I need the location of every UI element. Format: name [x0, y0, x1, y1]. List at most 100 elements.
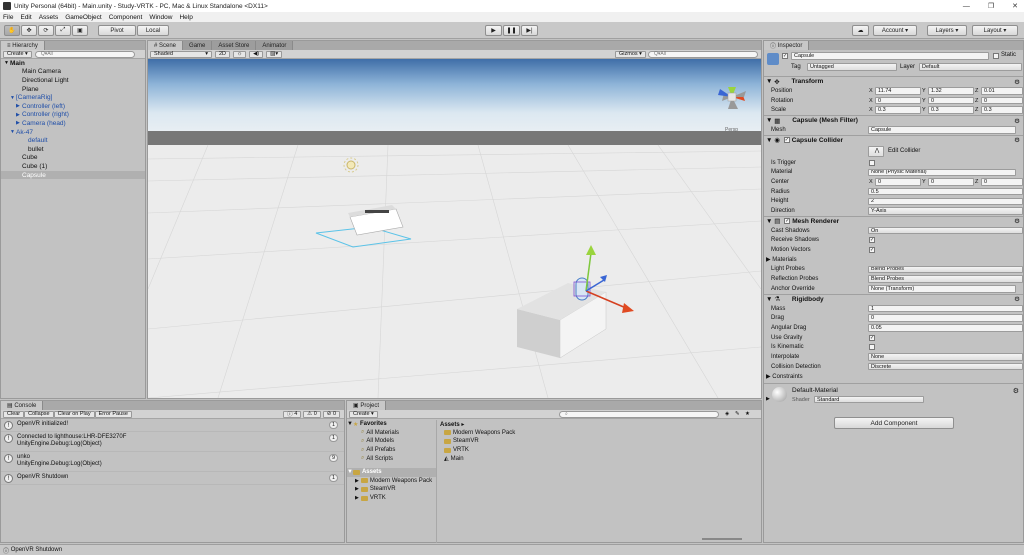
tab-inspector[interactable]: ⓘ Inspector — [764, 41, 810, 50]
light-probes-dropdown[interactable]: Blend Probes — [868, 265, 1023, 274]
assets-foldout[interactable]: ▼ Assets — [347, 467, 436, 477]
scene-viewport[interactable]: Persp — [148, 59, 761, 398]
scene-search-input[interactable]: Q▾All — [648, 50, 758, 58]
hierarchy-item[interactable]: Main Camera — [1, 68, 145, 77]
project-search-input[interactable]: ⌕ — [559, 410, 719, 418]
shading-dropdown[interactable]: Shaded ▾ — [150, 50, 212, 58]
maximize-icon[interactable]: ❐ — [988, 2, 994, 10]
filter-label-icon[interactable]: ✎ — [735, 411, 740, 417]
menu-edit[interactable]: Edit — [20, 14, 31, 21]
warning-count-toggle[interactable]: ⚠ 0 — [303, 410, 321, 418]
favorite-item[interactable]: ⌕ All Prefabs — [347, 446, 436, 455]
settings-icon[interactable]: ⚙ — [1014, 117, 1020, 125]
asset-item[interactable]: ◭ Main — [440, 454, 760, 463]
layer-dropdown[interactable]: Default — [919, 63, 1022, 71]
settings-icon[interactable]: ⚙ — [1013, 387, 1019, 395]
mode-2d-button[interactable]: 2D — [215, 50, 231, 58]
project-create-button[interactable]: Create ▾ — [349, 410, 378, 418]
mass-field[interactable]: 1 — [868, 304, 1023, 313]
center-y-field[interactable]: 0 — [928, 178, 974, 186]
asset-folder[interactable]: ▶ SteamVR — [347, 485, 436, 494]
hierarchy-item[interactable]: ▼ Main — [1, 59, 145, 68]
hierarchy-item[interactable]: Cube — [1, 154, 145, 163]
static-checkbox[interactable] — [993, 53, 999, 59]
hierarchy-item[interactable]: Plane — [1, 85, 145, 94]
step-button[interactable]: ▶| — [521, 25, 538, 36]
materials-foldout[interactable]: ▶ Materials — [766, 256, 797, 263]
position-x-field[interactable]: 11.74 — [875, 87, 921, 95]
console-row[interactable]: ! OpenVR Shutdown 1 — [1, 472, 344, 485]
play-button[interactable]: ▶ — [485, 25, 502, 36]
rect-tool-button[interactable]: ▣ — [72, 25, 88, 36]
hierarchy-item[interactable]: default — [1, 136, 145, 145]
collision-detection-dropdown[interactable]: Discrete — [868, 362, 1023, 371]
lighting-toggle[interactable]: ☼ — [233, 50, 247, 58]
capsule-collider-header[interactable]: ▼ ◉ ✓ Capsule Collider ⚙ — [764, 134, 1023, 145]
constraints-foldout[interactable]: ▶ Constraints — [766, 373, 803, 380]
minimize-icon[interactable]: — — [963, 3, 970, 10]
persp-label[interactable]: Persp — [725, 127, 738, 133]
favorite-item[interactable]: ⌕ All Materials — [347, 429, 436, 438]
motion-vectors-checkbox[interactable]: ✓ — [869, 247, 875, 254]
asset-item[interactable]: Modern Weapons Pack — [440, 429, 760, 438]
mesh-filter-header[interactable]: ▼ ▦ Capsule (Mesh Filter) ⚙ — [764, 115, 1023, 125]
edit-collider-button[interactable]: ⋀ — [868, 145, 884, 157]
log-count-toggle[interactable]: ⓘ 4 — [283, 410, 302, 418]
cloud-button[interactable]: ☁ — [852, 25, 869, 36]
angular-drag-field[interactable]: 0.05 — [868, 324, 1023, 332]
transform-header[interactable]: ▼ ✥ Transform ⚙ — [764, 76, 1023, 86]
physic-material-field[interactable]: None (Physic Material) — [868, 168, 1016, 177]
mesh-field[interactable]: Capsule — [868, 126, 1016, 134]
favorite-star-icon[interactable]: ★ — [745, 411, 750, 417]
rotation-z-field[interactable]: 0 — [981, 96, 1023, 105]
reflection-probes-dropdown[interactable]: Blend Probes — [868, 275, 1023, 283]
hierarchy-item[interactable]: ▶ Camera (head) — [1, 119, 145, 128]
settings-icon[interactable]: ⚙ — [1014, 78, 1020, 86]
scale-y-field[interactable]: 0.3 — [928, 106, 974, 114]
favorite-item[interactable]: ⌕ All Scripts — [347, 454, 436, 463]
scale-z-field[interactable]: 0.3 — [981, 106, 1023, 114]
console-clear-button[interactable]: Clear — [3, 410, 25, 418]
hierarchy-item[interactable]: ▼ Ak-47 — [1, 128, 145, 137]
menu-file[interactable]: File — [3, 14, 13, 21]
drag-field[interactable]: 0 — [868, 314, 1023, 322]
local-button[interactable]: Local — [137, 25, 169, 36]
is-kinematic-checkbox[interactable] — [869, 344, 875, 351]
hierarchy-item[interactable]: ▶ Controller (left) — [1, 102, 145, 111]
console-collapse-button[interactable]: Collapse — [24, 410, 54, 418]
rotation-x-field[interactable]: 0 — [875, 96, 921, 105]
foldout-collapsed-icon[interactable]: ▶ — [355, 486, 359, 492]
tab-animator[interactable]: Animator — [256, 41, 294, 50]
collider-enabled-checkbox[interactable]: ✓ — [783, 137, 790, 144]
add-component-button[interactable]: Add Component — [834, 417, 954, 429]
asset-breadcrumb[interactable]: Assets ▸ — [440, 420, 760, 429]
hierarchy-item[interactable]: ▼ [CameraRig] — [1, 93, 145, 102]
interpolate-dropdown[interactable]: None — [868, 353, 1023, 361]
console-row[interactable]: ! unko UnityEngine.Debug:Log(Object) 9 — [1, 452, 344, 472]
active-checkbox[interactable]: ✓ — [782, 53, 788, 59]
direction-dropdown[interactable]: Y-Axis — [868, 207, 1023, 215]
favorite-item[interactable]: ⌕ All Models — [347, 437, 436, 446]
menu-help[interactable]: Help — [179, 14, 192, 21]
layers-dropdown[interactable]: Layers ▾ — [927, 25, 967, 36]
hierarchy-item[interactable]: ▶ Controller (right) — [1, 111, 145, 120]
receive-shadows-checkbox[interactable]: ✓ — [869, 237, 875, 244]
hierarchy-item[interactable]: Cube (1) — [1, 162, 145, 171]
asset-folder[interactable]: ▶ Modern Weapons Pack — [347, 477, 436, 486]
foldout-collapsed-icon[interactable]: ▶ — [355, 478, 359, 484]
settings-icon[interactable]: ⚙ — [1014, 217, 1020, 225]
use-gravity-checkbox[interactable]: ✓ — [869, 334, 875, 341]
position-z-field[interactable]: 0.01 — [981, 87, 1023, 95]
asset-item[interactable]: VRTK — [440, 446, 760, 455]
shader-dropdown[interactable]: Standard — [814, 396, 924, 404]
console-row[interactable]: ! Connected to lighthouse:LHR-DFE3270F Uni… — [1, 432, 344, 452]
object-name-field[interactable]: Capsule — [791, 52, 989, 60]
tag-dropdown[interactable]: Untagged — [807, 63, 897, 71]
renderer-enabled-checkbox[interactable]: ✓ — [784, 218, 791, 225]
account-dropdown[interactable]: Account ▾ — [873, 25, 917, 36]
tab-console[interactable]: ▤ Console — [1, 401, 44, 410]
menu-component[interactable]: Component — [109, 14, 143, 21]
tab-asset-store[interactable]: Asset Store — [212, 41, 257, 50]
is-trigger-checkbox[interactable] — [869, 159, 875, 166]
foldout-collapsed-icon[interactable]: ▶ — [355, 495, 359, 501]
